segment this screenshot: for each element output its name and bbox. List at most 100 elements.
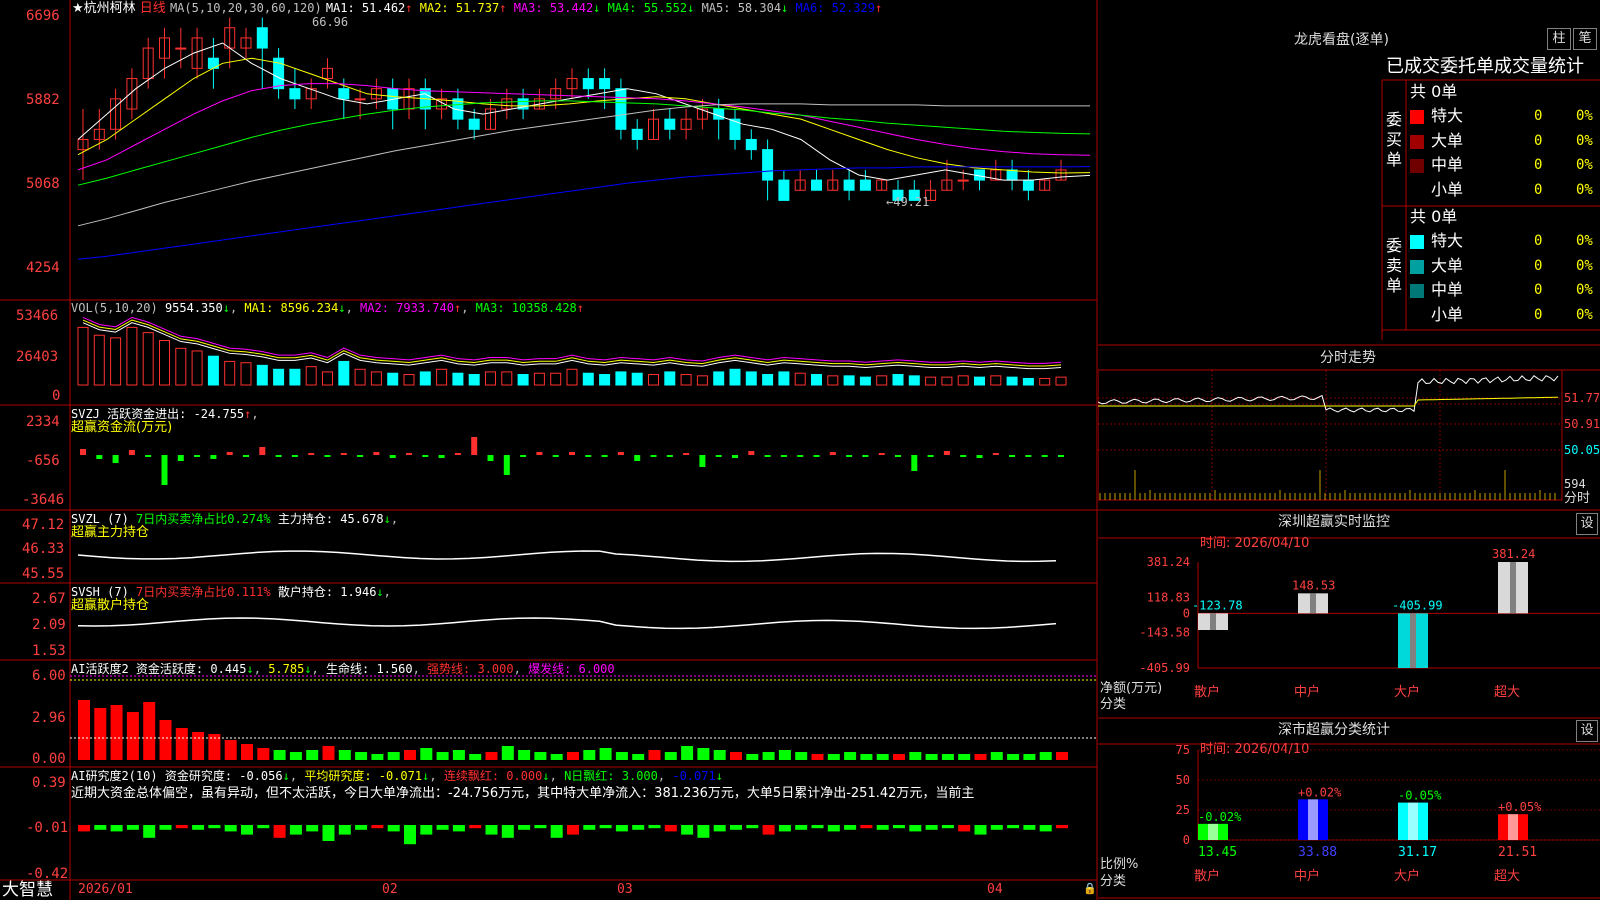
volume-bar <box>615 371 627 386</box>
volume-bar <box>468 374 480 386</box>
research-bar <box>257 825 270 829</box>
price-axis-label: 5068 <box>26 176 60 192</box>
fund-flow-bar <box>454 453 461 455</box>
fund-flow-bar <box>617 452 624 455</box>
fund-flow-bar <box>471 437 478 455</box>
research-bar <box>241 825 253 835</box>
research-bar <box>208 825 221 829</box>
sz-net-chart[interactable]: 381.24 118.83 0 -143.58 -405.99 -123.78 散户 148.… <box>1098 538 1600 718</box>
activity-bar <box>110 705 123 760</box>
volume-axis-label: 53466 <box>16 308 59 324</box>
cls-axis-label: 75 <box>1176 744 1190 757</box>
activity-bar <box>1007 754 1020 760</box>
research-bar <box>78 825 90 832</box>
sz-value-label: 381.24 <box>1492 547 1535 561</box>
research-bar <box>355 825 368 830</box>
intraday-chart[interactable] <box>1098 370 1600 510</box>
order-color-swatch <box>1410 110 1424 124</box>
classification-settings-button[interactable]: 设 <box>1576 720 1598 742</box>
sz-category-label: 散户 <box>1194 684 1220 700</box>
sz-value-label: -123.78 <box>1192 598 1243 612</box>
fund-flow-bar <box>422 455 429 457</box>
research-bar <box>860 825 873 829</box>
order-count: 0 <box>1534 282 1543 298</box>
svzj-axis-label: -656 <box>26 453 60 469</box>
fund-flow-bar <box>862 455 869 457</box>
fund-flow-bar <box>503 455 510 475</box>
candle-body <box>338 88 350 100</box>
ma-value: MA3: 53.442 <box>506 1 594 15</box>
svsh-axis-label: 2.09 <box>32 617 66 633</box>
research-bar <box>811 825 824 829</box>
research-bar <box>713 825 726 832</box>
candle-body <box>175 47 187 50</box>
svsh-axis-label: 1.53 <box>32 643 66 659</box>
volume-bar <box>175 347 187 386</box>
lock-icon[interactable]: 🔒 <box>1083 881 1097 897</box>
volume-bar <box>517 374 529 386</box>
research-bar <box>827 825 840 832</box>
ma-value: MA1: 51.462 <box>325 1 406 15</box>
fund-flow-bar <box>601 455 608 457</box>
classification-chart[interactable]: 75 50 25 0 -0.02% 13.45 散户 +0.02% 33.88 中户 -0.05% 3… <box>1098 744 1600 900</box>
volume-bar <box>370 371 382 386</box>
research-bar <box>615 825 628 832</box>
activity-bar <box>778 750 791 760</box>
volume-bar <box>713 371 725 386</box>
research-bar <box>697 825 710 838</box>
fund-flow-bar <box>243 455 249 457</box>
fund-flow-bar <box>194 455 201 457</box>
research-bar <box>974 825 987 835</box>
volume-bar <box>207 355 219 386</box>
volume-bar <box>892 374 904 386</box>
candle-body <box>468 118 480 130</box>
activity-bar <box>387 752 400 760</box>
ma-line-ma5 <box>77 103 1090 227</box>
sz-category-label: 中户 <box>1294 684 1320 700</box>
activity-bar <box>452 750 465 760</box>
fund-flow-bar <box>1009 455 1016 457</box>
svsh-subtitle: 超赢散户持仓 <box>71 598 150 613</box>
volume-bar <box>648 374 659 386</box>
order-count: 0 <box>1534 257 1543 274</box>
order-type: 小单 <box>1431 304 1464 324</box>
fund-flow-bar <box>552 455 559 457</box>
intraday-axis-label: 50.91 <box>1564 417 1600 431</box>
research-bar <box>273 825 286 838</box>
volume-bar <box>941 376 953 386</box>
high-price-marker: 66.96 <box>312 15 349 29</box>
stock-header: ★杭州柯林 日线 MA(5,10,20,30,60,120) MA1: 51.4… <box>72 0 882 17</box>
fund-flow-bar <box>683 453 690 455</box>
ma-title: MA(5,10,20,30,60,120) <box>169 1 322 15</box>
cls-change-label: +0.05% <box>1498 800 1542 814</box>
research-bar <box>192 825 205 830</box>
stock-name[interactable]: ★杭州柯林 <box>72 1 136 16</box>
activity-bar <box>795 752 808 760</box>
candle-body <box>745 138 757 151</box>
research-bar <box>599 825 612 829</box>
activity-bar <box>534 752 547 760</box>
sz-settings-button[interactable]: 设 <box>1576 513 1598 535</box>
order-color-swatch <box>1410 159 1424 173</box>
cls-bar-shade <box>1208 823 1218 840</box>
period-label[interactable]: 日线 <box>140 1 166 16</box>
order-type: 小单 <box>1431 179 1464 199</box>
fund-flow-bar <box>145 455 152 457</box>
ma-value: MA5: 58.304 <box>694 1 782 15</box>
cls-change-label: +0.02% <box>1298 785 1342 799</box>
activity-bar <box>599 748 612 760</box>
activity-bar <box>1039 752 1052 760</box>
activity-bar <box>664 752 677 760</box>
activity-bar <box>844 752 857 760</box>
sz-bar-shade <box>1310 593 1316 614</box>
volume-bar <box>110 337 122 386</box>
fund-flow-bar <box>992 453 999 455</box>
intraday-axis-label: 594 <box>1564 477 1586 491</box>
ai-active-axis-label: 0.00 <box>32 751 66 767</box>
activity-bar <box>338 750 351 760</box>
activity-bar <box>925 754 938 760</box>
fund-flow-bar <box>846 455 853 457</box>
volume-bar <box>859 376 871 386</box>
volume-bar <box>256 364 268 386</box>
activity-bar <box>615 752 628 760</box>
